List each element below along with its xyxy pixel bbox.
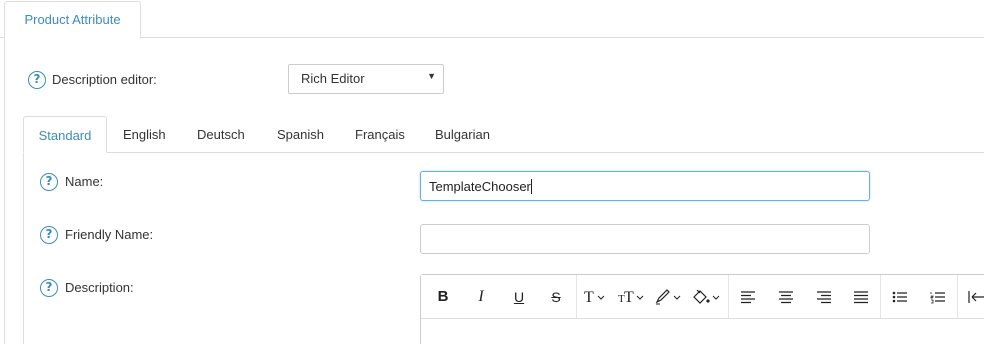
- ordered-list-icon[interactable]: [929, 286, 947, 308]
- name-input[interactable]: TemplateChooser: [420, 171, 870, 201]
- inner-panel-border: [23, 153, 24, 344]
- text-cursor: [530, 179, 532, 194]
- help-icon[interactable]: ?: [40, 279, 58, 297]
- description-editor-select[interactable]: Rich Editor ▼: [288, 64, 444, 94]
- tab-bulgarian[interactable]: Bulgarian: [435, 116, 490, 153]
- language-tab-bar: [23, 116, 984, 153]
- help-icon[interactable]: ?: [40, 173, 58, 191]
- friendly-name-input[interactable]: [420, 224, 870, 254]
- italic-icon[interactable]: I: [471, 286, 491, 308]
- tab-deutsch[interactable]: Deutsch: [197, 116, 245, 153]
- toolbar-separator: [576, 275, 577, 319]
- help-icon[interactable]: ?: [28, 71, 46, 89]
- font-family-icon[interactable]: T: [583, 286, 609, 308]
- svg-text:T: T: [584, 289, 594, 306]
- outer-tab-bar: [0, 0, 984, 38]
- tab-spanish[interactable]: Spanish: [277, 116, 324, 153]
- tab-english[interactable]: English: [123, 116, 166, 153]
- description-editor-value: Rich Editor: [301, 71, 365, 86]
- toolbar-separator: [957, 275, 958, 319]
- align-right-icon[interactable]: [815, 286, 833, 308]
- bold-icon[interactable]: B: [433, 286, 453, 308]
- friendly-name-label: Friendly Name:: [65, 227, 154, 242]
- font-size-icon[interactable]: TT: [617, 286, 647, 308]
- name-label: Name:: [65, 174, 104, 189]
- text-color-icon[interactable]: [653, 286, 685, 308]
- background-color-icon[interactable]: [689, 286, 723, 308]
- caret-down-icon: ▼: [427, 71, 436, 81]
- help-icon[interactable]: ?: [40, 226, 58, 244]
- align-justify-icon[interactable]: [852, 286, 870, 308]
- outdent-icon[interactable]: [967, 286, 984, 308]
- tab-standard[interactable]: Standard: [23, 116, 107, 153]
- toolbar-separator: [728, 275, 729, 319]
- panel-border: [4, 38, 5, 344]
- align-left-icon[interactable]: [739, 286, 757, 308]
- tab-product-attribute[interactable]: Product Attribute: [4, 1, 141, 39]
- editor-toolbar: B I U S T TT: [421, 275, 984, 319]
- svg-text:T: T: [624, 289, 634, 306]
- description-label: Description:: [65, 280, 134, 295]
- underline-icon[interactable]: U: [509, 286, 529, 308]
- unordered-list-icon[interactable]: [891, 286, 909, 308]
- rich-text-editor[interactable]: B I U S T TT: [420, 274, 984, 344]
- description-editor-label: Description editor:: [52, 72, 157, 87]
- strikethrough-icon[interactable]: S: [546, 286, 566, 308]
- align-center-icon[interactable]: [777, 286, 795, 308]
- toolbar-separator: [880, 275, 881, 319]
- tab-francais[interactable]: Français: [355, 116, 405, 153]
- name-input-value: TemplateChooser: [429, 179, 531, 194]
